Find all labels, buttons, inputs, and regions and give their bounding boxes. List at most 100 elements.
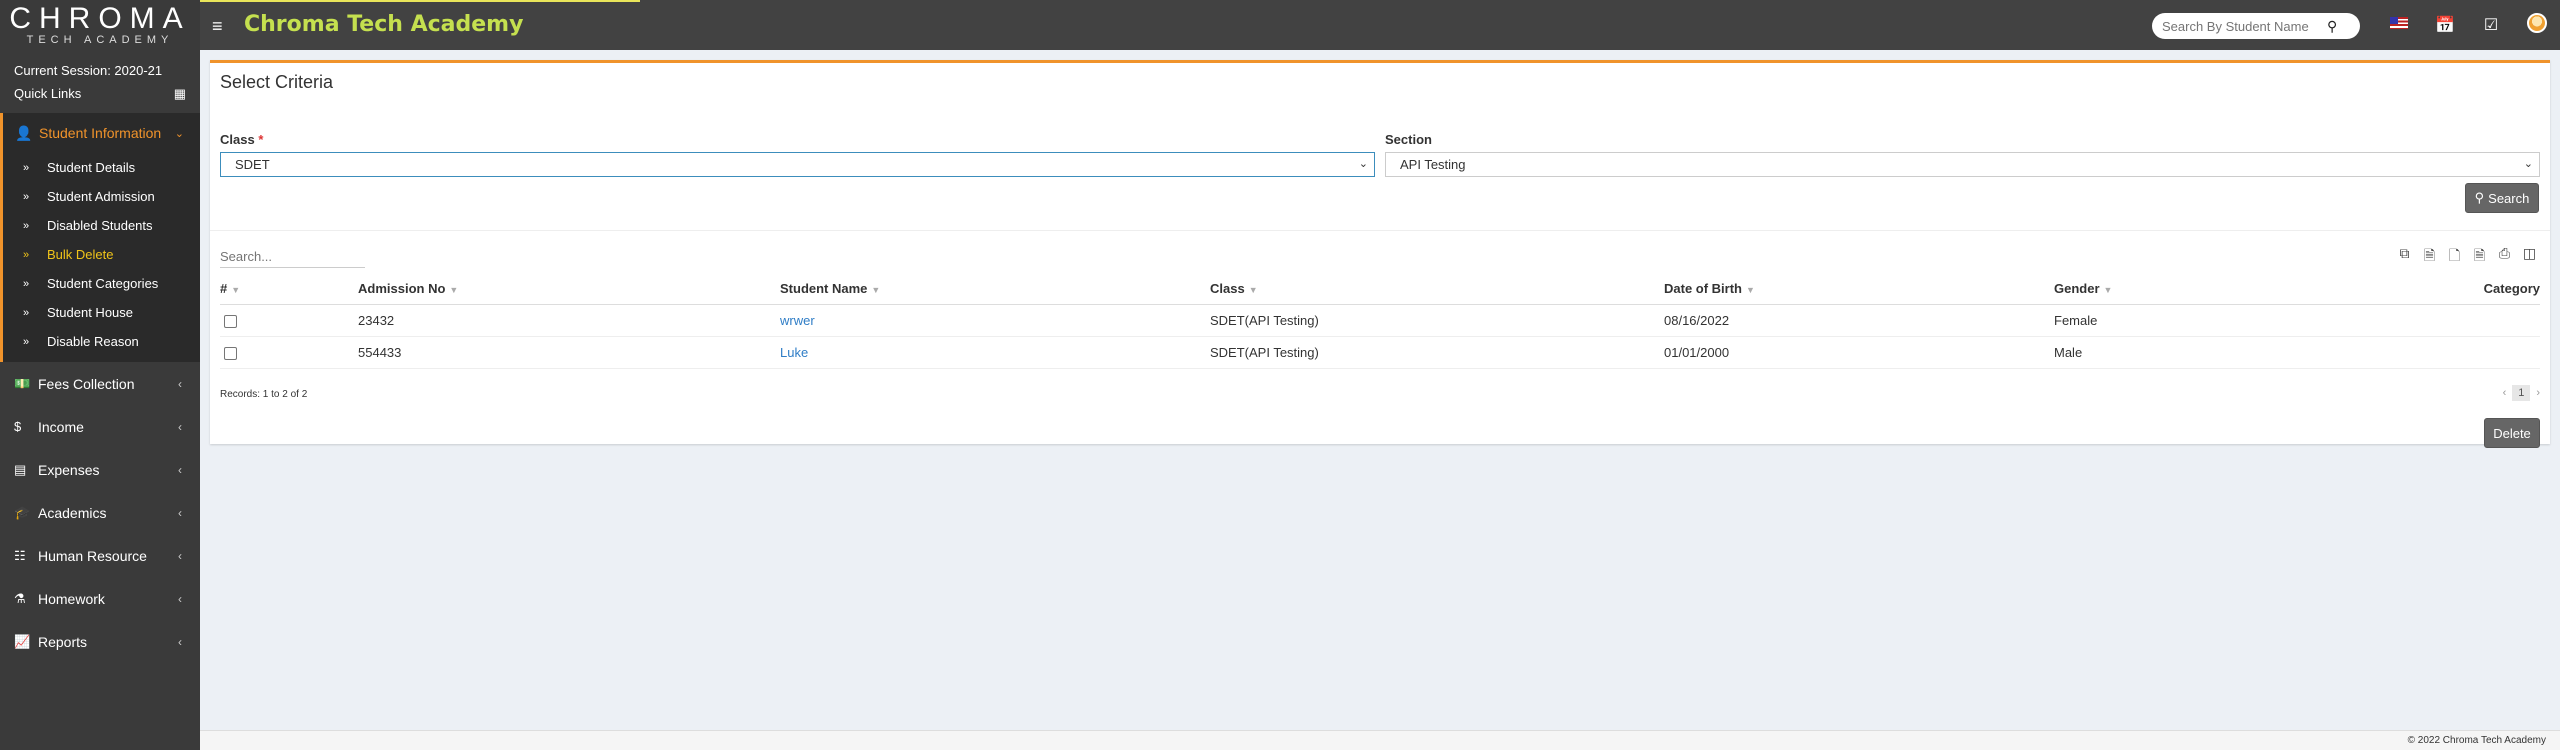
menu-label: Expenses [38, 461, 100, 478]
pdf-icon[interactable]: 🗎 [2469, 245, 2490, 265]
search-button[interactable]: ⚲ Search [2465, 183, 2539, 213]
money-icon: 💵 [14, 375, 31, 391]
copy-icon[interactable]: ⧉ [2394, 245, 2415, 265]
menu-academics[interactable]: 🎓 Academics ‹ [0, 491, 200, 534]
search-button-label: Search [2488, 190, 2530, 206]
section-select[interactable]: API Testing ⌄ [1385, 152, 2540, 177]
class-cell: SDET(API Testing) [1210, 304, 1664, 337]
excel-icon[interactable]: 🗎 [2419, 245, 2440, 265]
gender-cell: Female [2054, 304, 2354, 337]
col-student-name[interactable]: Student Name ▼ [780, 274, 1210, 305]
class-select[interactable]: SDET ⌄ [220, 152, 1375, 177]
task-check-icon[interactable]: ☑ [2468, 15, 2514, 35]
class-label-text: Class [220, 132, 255, 147]
submenu-label: Student House [47, 305, 134, 320]
table-search-input[interactable] [220, 246, 365, 268]
export-toolbar: ⧉ 🗎 🗋 🗎 ⎙ ◫ [2394, 245, 2540, 265]
menu-fees-collection[interactable]: 💵 Fees Collection ‹ [0, 362, 200, 405]
row-checkbox[interactable] [224, 346, 237, 360]
submenu-student-details[interactable]: » Student Details [3, 153, 200, 182]
chevron-down-icon: ⌄ [174, 127, 184, 140]
line-chart-icon: 📈 [14, 633, 31, 649]
criteria-box: Select Criteria Class * SDET ⌄ Section A… [210, 60, 2550, 448]
graduation-cap-icon: 🎓 [14, 504, 31, 520]
col-number[interactable]: # ▼ [220, 274, 358, 305]
column-label: Admission No [358, 281, 446, 297]
double-chevron-icon: » [23, 306, 30, 319]
submenu-label: Student Details [47, 160, 136, 175]
pagination: ‹ 1 › [2503, 385, 2540, 401]
col-admission-no[interactable]: Admission No ▼ [358, 274, 780, 305]
submenu-disabled-students[interactable]: » Disabled Students [3, 211, 200, 240]
student-name-link[interactable]: wrwer [780, 313, 815, 328]
menu-toggle-icon[interactable]: ≡ [212, 16, 223, 37]
search-icon[interactable]: ⚲ [2327, 18, 2337, 35]
submenu-student-admission[interactable]: » Student Admission [3, 182, 200, 211]
col-gender[interactable]: Gender ▼ [2054, 274, 2354, 305]
submenu-label: Bulk Delete [47, 247, 114, 262]
flask-icon: ⚗ [14, 590, 26, 606]
calendar-icon[interactable]: 📅 [2422, 15, 2468, 35]
students-table: # ▼ Admission No ▼ Student Name ▼ Class ▼ Da… [220, 274, 2540, 369]
app-title: Chroma Tech Academy [244, 12, 524, 37]
grid-icon[interactable]: ▦ [174, 82, 186, 105]
student-search-input[interactable] [2162, 18, 2327, 34]
menu-homework[interactable]: ⚗ Homework ‹ [0, 577, 200, 620]
submenu-label: Student Categories [47, 276, 159, 291]
submenu-label: Student Admission [47, 189, 155, 204]
prev-page-button[interactable]: ‹ [2503, 387, 2507, 399]
sort-icon: ▼ [1746, 285, 1755, 296]
logo-main-text: CHROMA [9, 2, 191, 35]
column-label: Date of Birth [1664, 281, 1742, 297]
menu-label: Human Resource [38, 547, 147, 564]
submenu-student-categories[interactable]: » Student Categories [3, 269, 200, 298]
col-date-of-birth[interactable]: Date of Birth ▼ [1664, 274, 2054, 305]
next-page-button[interactable]: › [2536, 387, 2540, 399]
menu-reports[interactable]: 📈 Reports ‹ [0, 620, 200, 663]
columns-icon[interactable]: ◫ [2519, 245, 2540, 265]
submenu-disable-reason[interactable]: » Disable Reason [3, 327, 200, 356]
student-submenu: » Student Details » Student Admission » Dis… [3, 153, 200, 362]
language-flag-icon[interactable] [2376, 16, 2422, 34]
page-number-button[interactable]: 1 [2512, 385, 2531, 401]
class-select-value: SDET [235, 157, 270, 172]
student-name-link[interactable]: Luke [780, 345, 808, 360]
logo[interactable]: CHROMA TECH ACADEMY [0, 0, 200, 50]
quick-links[interactable]: Quick Links ▦ [14, 82, 186, 105]
delete-button[interactable]: Delete [2484, 418, 2540, 448]
row-checkbox[interactable] [224, 314, 237, 328]
col-category[interactable]: Category [2354, 274, 2540, 305]
sort-icon: ▼ [1248, 285, 1258, 296]
menu-label: Student Information [39, 125, 162, 141]
logo-sub-text: TECH ACADEMY [26, 34, 174, 46]
chevron-left-icon: ‹ [178, 419, 182, 434]
search-icon: ⚲ [2474, 190, 2485, 205]
menu-student-information-header[interactable]: 👤 Student Information ⌄ [3, 113, 200, 153]
section-label: Section [1385, 132, 1432, 147]
sitemap-icon: ☷ [14, 547, 26, 563]
menu-income[interactable]: $ Income ‹ [0, 405, 200, 448]
column-label: Class [1210, 281, 1245, 297]
chevron-left-icon: ‹ [178, 376, 182, 391]
submenu-bulk-delete[interactable]: » Bulk Delete [3, 240, 200, 269]
chevron-left-icon: ‹ [178, 462, 182, 477]
column-label: Student Name [780, 281, 868, 297]
menu-label: Homework [38, 590, 105, 607]
menu-student-information: 👤 Student Information ⌄ » Student Details… [0, 113, 200, 362]
menu-expenses[interactable]: ▤ Expenses ‹ [0, 448, 200, 491]
dob-cell: 08/16/2022 [1664, 304, 2054, 337]
double-chevron-icon: » [23, 219, 30, 232]
menu-label: Fees Collection [38, 375, 135, 392]
print-icon[interactable]: ⎙ [2494, 245, 2515, 265]
csv-icon[interactable]: 🗋 [2444, 245, 2465, 265]
submenu-student-house[interactable]: » Student House [3, 298, 200, 327]
top-icons: 📅 ☑ [2376, 0, 2560, 50]
col-class[interactable]: Class ▼ [1210, 274, 1664, 305]
sort-icon: ▼ [871, 285, 881, 296]
user-avatar-icon[interactable] [2514, 12, 2560, 38]
chevron-down-icon: ⌄ [1358, 158, 1368, 170]
admission-no-cell: 554433 [358, 336, 780, 369]
box-title: Select Criteria [220, 72, 334, 92]
menu-human-resource[interactable]: ☷ Human Resource ‹ [0, 534, 200, 577]
category-cell [2354, 336, 2540, 369]
